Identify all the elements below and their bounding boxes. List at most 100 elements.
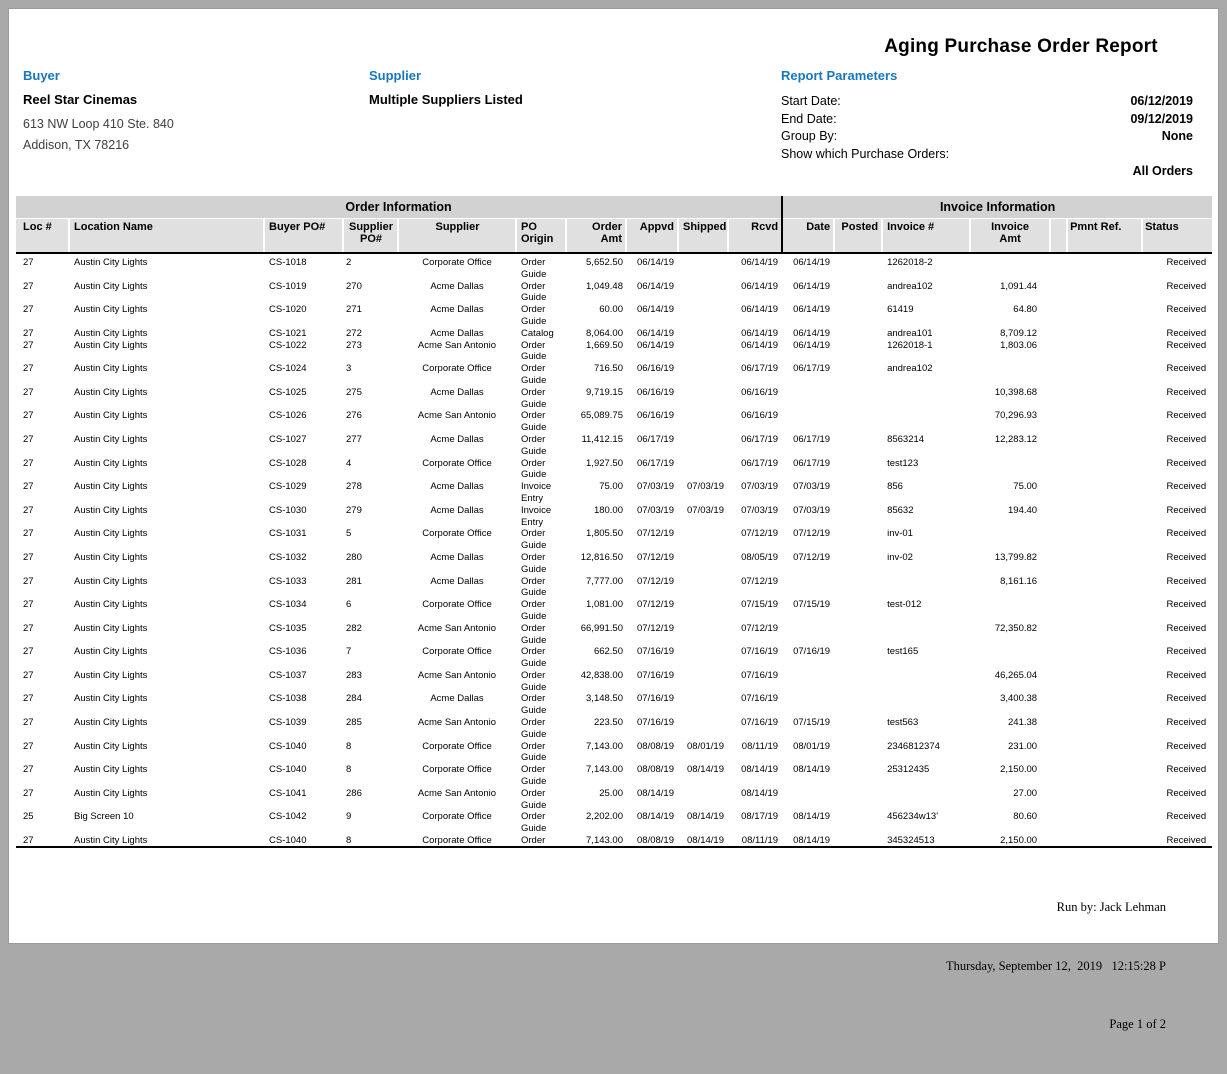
table-cell-loc: 27: [16, 717, 69, 741]
table-cell-supplier: Acme Dallas: [398, 328, 516, 340]
table-cell-po_origin: Order Guide: [516, 253, 566, 281]
table-cell-order_amt: 75.00: [566, 481, 626, 505]
report-table: Order InformationInvoice Information Loc…: [16, 196, 1212, 848]
table-cell-spacer: [1050, 528, 1067, 552]
table-cell-invoice_num: andrea102: [882, 281, 970, 305]
table-cell-posted: [834, 670, 882, 694]
table-cell-date: 06/17/19: [782, 458, 834, 482]
group-header: Order Information: [16, 196, 782, 218]
table-cell-loc: 27: [16, 505, 69, 529]
table-cell-date: [782, 623, 834, 647]
table-cell-pmnt_ref: [1067, 458, 1142, 482]
table-cell-buyer_po: CS-1037: [264, 670, 343, 694]
table-cell-buyer_po: CS-1025: [264, 387, 343, 411]
table-cell-shipped: [678, 281, 728, 305]
table-cell-order_amt: 7,143.00: [566, 764, 626, 788]
table-cell-status: Received: [1142, 717, 1212, 741]
column-header-po_origin: PO Origin: [516, 218, 566, 253]
table-cell-date: 07/03/19: [782, 481, 834, 505]
table-cell-po_origin: Order Guide: [516, 434, 566, 458]
table-row: 27Austin City LightsCS-1037283Acme San A…: [16, 670, 1212, 694]
table-cell-status: Received: [1142, 670, 1212, 694]
table-row: 27Austin City LightsCS-10243Corporate Of…: [16, 363, 1212, 387]
table-cell-supplier_po: 5: [343, 528, 398, 552]
table-cell-location_name: Austin City Lights: [69, 304, 264, 328]
table-cell-appvd: 07/12/19: [626, 623, 678, 647]
table-cell-rcvd: 07/15/19: [728, 599, 782, 623]
table-cell-buyer_po: CS-1028: [264, 458, 343, 482]
table-cell-po_origin: Order Guide: [516, 599, 566, 623]
column-header-rcvd: Rcvd: [728, 218, 782, 253]
table-cell-posted: [834, 528, 882, 552]
table-cell-status: Received: [1142, 253, 1212, 281]
table-cell-invoice_num: 2346812374: [882, 741, 970, 765]
table-cell-loc: 27: [16, 387, 69, 411]
table-cell-date: 08/14/19: [782, 764, 834, 788]
table-cell-po_origin: Order Guide: [516, 552, 566, 576]
table-cell-spacer: [1050, 481, 1067, 505]
table-row: 27Austin City LightsCS-10284Corporate Of…: [16, 458, 1212, 482]
table-cell-supplier: Acme San Antonio: [398, 340, 516, 364]
table-cell-date: 06/14/19: [782, 328, 834, 340]
table-cell-pmnt_ref: [1067, 410, 1142, 434]
table-cell-appvd: 07/12/19: [626, 552, 678, 576]
table-cell-pmnt_ref: [1067, 528, 1142, 552]
table-cell-spacer: [1050, 410, 1067, 434]
table-cell-po_origin: Order Guide: [516, 788, 566, 812]
table-cell-date: 07/16/19: [782, 646, 834, 670]
table-cell-buyer_po: CS-1041: [264, 788, 343, 812]
table-cell-loc: 27: [16, 410, 69, 434]
table-cell-date: 06/17/19: [782, 363, 834, 387]
table-cell-loc: 27: [16, 363, 69, 387]
table-cell-date: 07/12/19: [782, 552, 834, 576]
table-cell-location_name: Austin City Lights: [69, 528, 264, 552]
table-cell-supplier_po: 278: [343, 481, 398, 505]
table-cell-supplier_po: 8: [343, 764, 398, 788]
table-cell-shipped: [678, 693, 728, 717]
table-cell-supplier: Acme Dallas: [398, 387, 516, 411]
table-cell-loc: 27: [16, 576, 69, 600]
table-row: 27Austin City LightsCS-10367Corporate Of…: [16, 646, 1212, 670]
table-cell-invoice_num: inv-01: [882, 528, 970, 552]
supplier-section: Supplier Multiple Suppliers Listed: [369, 69, 689, 114]
table-cell-rcvd: 06/14/19: [728, 253, 782, 281]
table-cell-appvd: 06/17/19: [626, 458, 678, 482]
table-cell-rcvd: 07/16/19: [728, 670, 782, 694]
table-cell-invoice_num: test-012: [882, 599, 970, 623]
table-cell-invoice_num: [882, 788, 970, 812]
table-cell-invoice_num: 456234w13': [882, 811, 970, 835]
table-cell-appvd: 06/16/19: [626, 363, 678, 387]
table-cell-pmnt_ref: [1067, 576, 1142, 600]
table-cell-status: Received: [1142, 646, 1212, 670]
table-cell-posted: [834, 741, 882, 765]
table-cell-order_amt: 3,148.50: [566, 693, 626, 717]
table-cell-posted: [834, 646, 882, 670]
table-cell-posted: [834, 281, 882, 305]
table-cell-invoice_amt: [970, 253, 1050, 281]
table-cell-invoice_amt: 70,296.93: [970, 410, 1050, 434]
table-cell-invoice_num: inv-02: [882, 552, 970, 576]
table-cell-location_name: Austin City Lights: [69, 458, 264, 482]
table-cell-invoice_amt: 46,265.04: [970, 670, 1050, 694]
table-cell-appvd: 06/17/19: [626, 434, 678, 458]
table-cell-date: [782, 410, 834, 434]
table-cell-po_origin: Order Guide: [516, 717, 566, 741]
table-cell-status: Received: [1142, 387, 1212, 411]
table-cell-appvd: 07/12/19: [626, 576, 678, 600]
table-cell-buyer_po: CS-1030: [264, 505, 343, 529]
table-cell-buyer_po: CS-1035: [264, 623, 343, 647]
table-cell-posted: [834, 434, 882, 458]
table-cell-invoice_num: test123: [882, 458, 970, 482]
table-cell-buyer_po: CS-1020: [264, 304, 343, 328]
table-cell-invoice_num: 85632: [882, 505, 970, 529]
table-cell-pmnt_ref: [1067, 741, 1142, 765]
table-cell-invoice_amt: [970, 599, 1050, 623]
table-cell-pmnt_ref: [1067, 328, 1142, 340]
column-header-supplier_po: Supplier PO#: [343, 218, 398, 253]
supplier-heading: Supplier: [369, 69, 689, 82]
column-header-row: Loc #Location NameBuyer PO#Supplier PO#S…: [16, 218, 1212, 253]
table-cell-location_name: Austin City Lights: [69, 387, 264, 411]
table-cell-status: Received: [1142, 328, 1212, 340]
table-cell-posted: [834, 505, 882, 529]
table-cell-location_name: Austin City Lights: [69, 253, 264, 281]
